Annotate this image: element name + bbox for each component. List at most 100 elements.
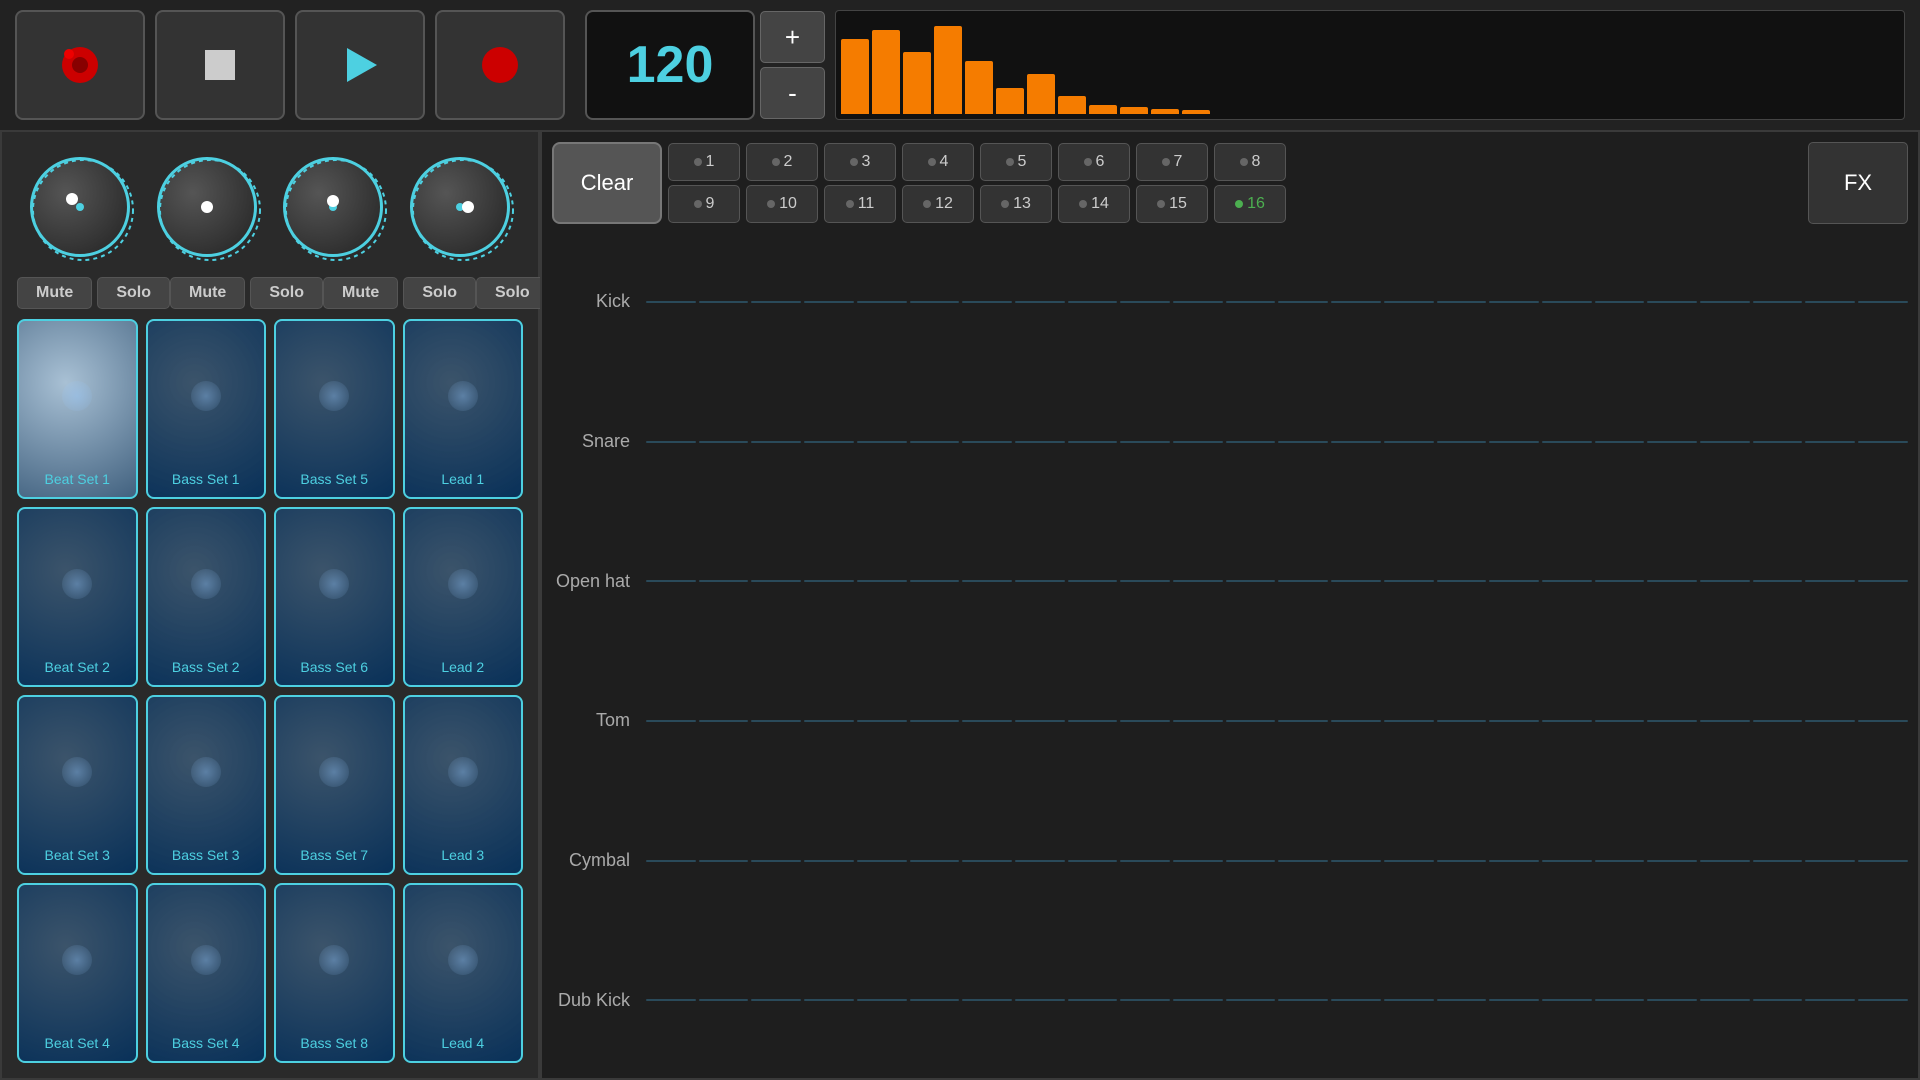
step-cell-6-13[interactable] (1278, 999, 1328, 1001)
step-cell-5-3[interactable] (751, 860, 801, 862)
step-cell-6-22[interactable] (1753, 999, 1803, 1001)
step-cell-3-16[interactable] (1437, 580, 1487, 582)
step-btn-14[interactable]: 14 (1058, 185, 1130, 223)
step-cell-1-21[interactable] (1700, 301, 1750, 303)
record-button[interactable] (15, 10, 145, 120)
pad-11[interactable]: Bass Set 7 (274, 695, 395, 875)
step-cell-4-10[interactable] (1120, 720, 1170, 722)
step-cell-5-4[interactable] (804, 860, 854, 862)
step-cell-4-12[interactable] (1226, 720, 1276, 722)
step-cell-1-13[interactable] (1278, 301, 1328, 303)
step-cell-5-23[interactable] (1805, 860, 1855, 862)
step-cell-2-12[interactable] (1226, 441, 1276, 443)
step-cell-1-11[interactable] (1173, 301, 1223, 303)
bpm-minus-button[interactable]: - (760, 67, 825, 119)
step-cell-5-9[interactable] (1068, 860, 1118, 862)
step-cell-4-14[interactable] (1331, 720, 1381, 722)
fx-button[interactable]: FX (1808, 142, 1908, 224)
pad-6[interactable]: Bass Set 2 (146, 507, 267, 687)
pad-14[interactable]: Bass Set 4 (146, 883, 267, 1063)
step-cell-1-3[interactable] (751, 301, 801, 303)
step-cell-4-16[interactable] (1437, 720, 1487, 722)
pad-3[interactable]: Bass Set 5 (274, 319, 395, 499)
step-cell-5-12[interactable] (1226, 860, 1276, 862)
step-cell-2-19[interactable] (1595, 441, 1645, 443)
step-cell-1-5[interactable] (857, 301, 907, 303)
live-record-button[interactable] (435, 10, 565, 120)
step-btn-3[interactable]: 3 (824, 143, 896, 181)
step-cell-3-20[interactable] (1647, 580, 1697, 582)
step-cell-2-21[interactable] (1700, 441, 1750, 443)
pad-5[interactable]: Beat Set 2 (17, 507, 138, 687)
step-cell-4-23[interactable] (1805, 720, 1855, 722)
step-cell-2-3[interactable] (751, 441, 801, 443)
step-cell-5-16[interactable] (1437, 860, 1487, 862)
step-cell-4-11[interactable] (1173, 720, 1223, 722)
step-cell-5-5[interactable] (857, 860, 907, 862)
step-cell-1-9[interactable] (1068, 301, 1118, 303)
step-btn-16[interactable]: 16 (1214, 185, 1286, 223)
step-cell-1-15[interactable] (1384, 301, 1434, 303)
step-cell-6-19[interactable] (1595, 999, 1645, 1001)
knob-3[interactable] (283, 157, 383, 257)
step-cell-3-3[interactable] (751, 580, 801, 582)
pad-16[interactable]: Lead 4 (403, 883, 524, 1063)
step-cell-2-1[interactable] (646, 441, 696, 443)
step-cell-3-8[interactable] (1015, 580, 1065, 582)
step-btn-13[interactable]: 13 (980, 185, 1052, 223)
step-btn-15[interactable]: 15 (1136, 185, 1208, 223)
step-cell-3-21[interactable] (1700, 580, 1750, 582)
pad-9[interactable]: Beat Set 3 (17, 695, 138, 875)
step-cell-3-17[interactable] (1489, 580, 1539, 582)
pad-10[interactable]: Bass Set 3 (146, 695, 267, 875)
step-cell-3-2[interactable] (699, 580, 749, 582)
step-cell-4-9[interactable] (1068, 720, 1118, 722)
step-cell-2-17[interactable] (1489, 441, 1539, 443)
step-cell-2-23[interactable] (1805, 441, 1855, 443)
step-cell-1-19[interactable] (1595, 301, 1645, 303)
step-cell-3-1[interactable] (646, 580, 696, 582)
step-cell-6-18[interactable] (1542, 999, 1592, 1001)
step-cell-3-4[interactable] (804, 580, 854, 582)
step-cell-4-4[interactable] (804, 720, 854, 722)
step-cell-1-23[interactable] (1805, 301, 1855, 303)
step-cell-4-19[interactable] (1595, 720, 1645, 722)
step-cell-3-5[interactable] (857, 580, 907, 582)
step-btn-2[interactable]: 2 (746, 143, 818, 181)
step-cell-6-6[interactable] (910, 999, 960, 1001)
step-cell-6-12[interactable] (1226, 999, 1276, 1001)
step-cell-6-15[interactable] (1384, 999, 1434, 1001)
step-cell-1-18[interactable] (1542, 301, 1592, 303)
step-cell-6-20[interactable] (1647, 999, 1697, 1001)
step-cell-6-8[interactable] (1015, 999, 1065, 1001)
step-cell-4-20[interactable] (1647, 720, 1697, 722)
step-cell-1-4[interactable] (804, 301, 854, 303)
knob-2[interactable] (157, 157, 257, 257)
step-cell-3-15[interactable] (1384, 580, 1434, 582)
mute-2-button[interactable]: Mute (170, 277, 245, 309)
step-cell-6-11[interactable] (1173, 999, 1223, 1001)
step-cell-5-1[interactable] (646, 860, 696, 862)
step-cell-4-8[interactable] (1015, 720, 1065, 722)
step-cell-6-5[interactable] (857, 999, 907, 1001)
step-cell-3-13[interactable] (1278, 580, 1328, 582)
step-cell-2-10[interactable] (1120, 441, 1170, 443)
step-cell-2-14[interactable] (1331, 441, 1381, 443)
step-cell-6-2[interactable] (699, 999, 749, 1001)
step-cell-2-4[interactable] (804, 441, 854, 443)
step-cell-5-24[interactable] (1858, 860, 1908, 862)
solo-1-button[interactable]: Solo (97, 277, 170, 309)
step-cell-1-2[interactable] (699, 301, 749, 303)
step-btn-6[interactable]: 6 (1058, 143, 1130, 181)
step-cell-4-22[interactable] (1753, 720, 1803, 722)
step-cell-2-8[interactable] (1015, 441, 1065, 443)
step-cell-6-3[interactable] (751, 999, 801, 1001)
step-cell-2-6[interactable] (910, 441, 960, 443)
step-cell-2-5[interactable] (857, 441, 907, 443)
step-cell-3-19[interactable] (1595, 580, 1645, 582)
step-cell-5-10[interactable] (1120, 860, 1170, 862)
step-cell-6-21[interactable] (1700, 999, 1750, 1001)
stop-button[interactable] (155, 10, 285, 120)
pad-8[interactable]: Lead 2 (403, 507, 524, 687)
step-cell-2-18[interactable] (1542, 441, 1592, 443)
